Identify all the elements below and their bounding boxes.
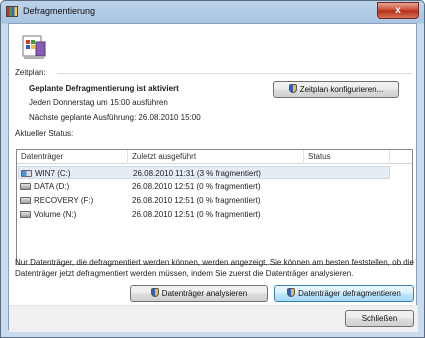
hard-drive-icon <box>20 211 31 218</box>
defragment-drive-label: Datenträger defragmentieren <box>298 289 401 298</box>
drive-name: RECOVERY (F:) <box>34 196 94 205</box>
defrag-window: Defragmentierung x Zeitplan: Geplante De… <box>0 0 425 338</box>
drive-row[interactable]: WIN7 (C:) 26.08.2010 11:31 (3 % fragment… <box>18 166 390 179</box>
column-header-drive[interactable]: Datenträger <box>17 150 128 164</box>
window-title: Defragmentierung <box>23 6 96 16</box>
column-header-last-run[interactable]: Zuletzt ausgeführt <box>128 150 304 164</box>
column-header-status[interactable]: Status <box>304 150 390 164</box>
info-text-line1: Nur Datenträger, die defragmentiert werd… <box>15 258 414 267</box>
uac-shield-icon <box>287 288 296 297</box>
drive-list-header: Datenträger Zuletzt ausgeführt Status <box>17 150 412 164</box>
drive-name: WIN7 (C:) <box>35 169 71 178</box>
drive-last-run: 26.08.2010 12:51 (0 % fragmentiert) <box>132 196 261 205</box>
current-status-label: Aktueller Status: <box>15 129 74 138</box>
hard-drive-icon <box>20 183 31 190</box>
drive-list[interactable]: Datenträger Zuletzt ausgeführt Status WI… <box>16 149 413 265</box>
uac-shield-icon <box>150 288 159 297</box>
drive-name: Volume (N:) <box>34 210 77 219</box>
analyze-drive-label: Datenträger analysieren <box>161 289 248 298</box>
drive-last-run: 26.08.2010 11:31 (3 % fragmentiert) <box>133 169 261 178</box>
schedule-label: Zeitplan: <box>15 68 46 77</box>
close-button[interactable]: Schließen <box>345 310 414 327</box>
schedule-status: Geplante Defragmentierung ist aktiviert <box>29 84 179 93</box>
drive-row[interactable]: RECOVERY (F:) 26.08.2010 12:51 (0 % frag… <box>18 194 390 207</box>
drive-row[interactable]: Volume (N:) 26.08.2010 12:51 (0 % fragme… <box>18 208 390 221</box>
defrag-app-icon <box>6 6 18 17</box>
drive-last-run: 26.08.2010 12:51 (0 % fragmentiert) <box>132 210 261 219</box>
windows-drive-icon <box>21 170 32 177</box>
title-bar[interactable]: Defragmentierung x <box>1 1 424 23</box>
configure-schedule-label: Zeitplan konfigurieren... <box>299 85 384 94</box>
drive-last-run: 26.08.2010 12:51 (0 % fragmentiert) <box>132 182 261 191</box>
uac-shield-icon <box>288 84 297 93</box>
defragment-drive-button[interactable]: Datenträger defragmentieren <box>274 285 414 302</box>
drive-row[interactable]: DATA (D:) 26.08.2010 12:51 (0 % fragment… <box>18 180 390 193</box>
schedule-separator <box>57 73 412 74</box>
analyze-drive-button[interactable]: Datenträger analysieren <box>130 285 268 302</box>
dialog-body: Zeitplan: Geplante Defragmentierung ist … <box>8 23 418 332</box>
schedule-next-run: Nächste geplante Ausführung: 26.08.2010 … <box>29 113 201 122</box>
window-close-button[interactable]: x <box>377 2 419 19</box>
defrag-icon <box>22 35 46 59</box>
drive-name: DATA (D:) <box>34 182 70 191</box>
schedule-frequency: Jeden Donnerstag um 15:00 ausführen <box>29 98 168 107</box>
hard-drive-icon <box>20 197 31 204</box>
configure-schedule-button[interactable]: Zeitplan konfigurieren... <box>273 81 399 98</box>
info-text-line2: Datenträger jetzt defragmentiert werden … <box>15 269 354 278</box>
